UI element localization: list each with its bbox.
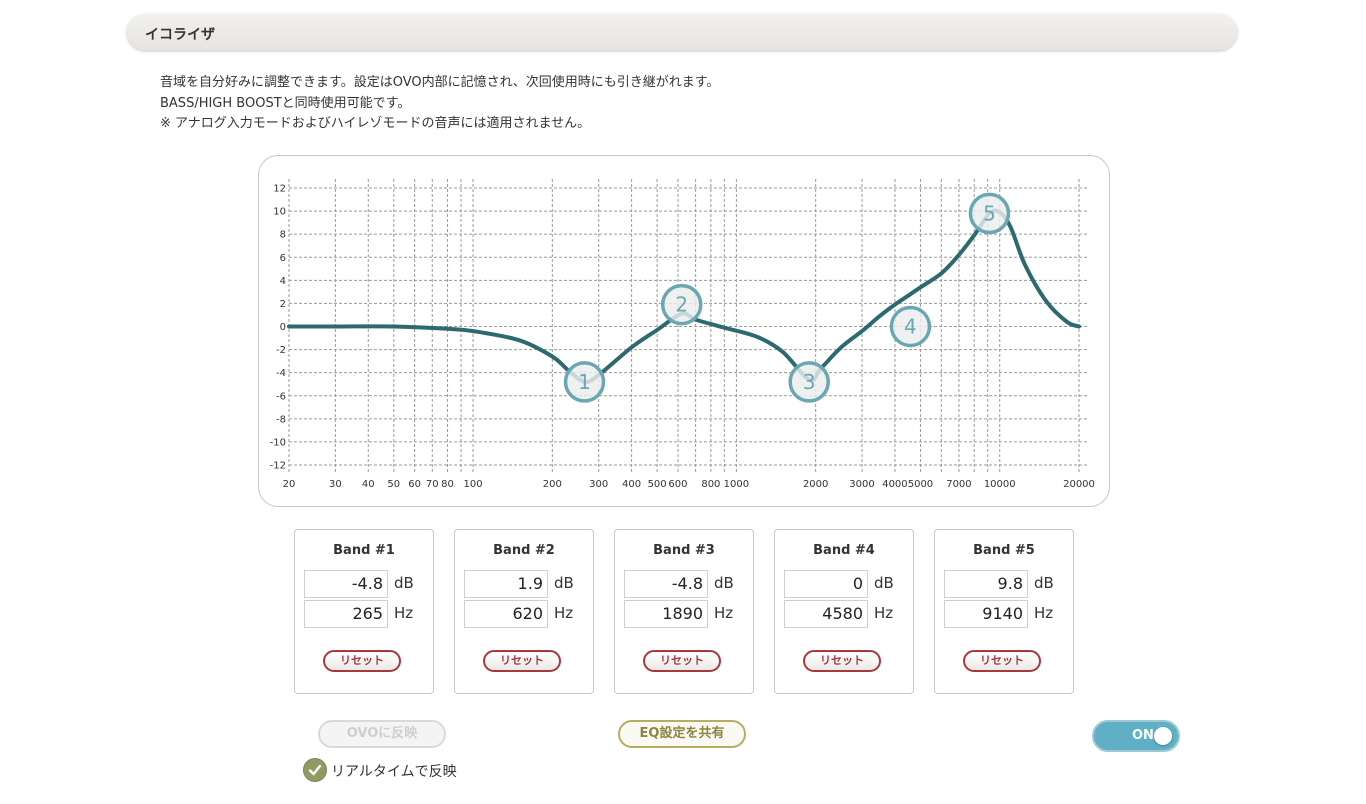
x-tick-label: 500 xyxy=(648,479,667,490)
hz-unit: Hz xyxy=(874,604,894,622)
x-tick-label: 50 xyxy=(387,479,400,490)
band-title: Band #1 xyxy=(333,543,395,558)
x-tick-label: 400 xyxy=(622,479,641,490)
x-tick-label: 20000 xyxy=(1063,479,1095,490)
band-title: Band #5 xyxy=(973,543,1035,558)
eq-graph-svg[interactable]: 121086420-2-4-6-8-10-1220 30 40 50 60 70 80 100… xyxy=(259,156,1109,506)
x-tick-label: 30 xyxy=(329,479,342,490)
x-tick-label: 600 xyxy=(668,479,687,490)
section-title: イコライザ xyxy=(145,27,215,43)
y-tick-label: -12 xyxy=(270,461,286,472)
band-panel-5: Band #5 9.8 dB 9140 Hz リセット xyxy=(934,529,1074,694)
frequency-input[interactable]: 9140 xyxy=(944,600,1028,628)
hz-unit: Hz xyxy=(1034,604,1054,622)
eq-graph: 12 10 8 6 4 2 0 -2 -4 -6 -8 -10 -12 20 30 40 50 60 70 80 100… xyxy=(258,155,1110,507)
x-tick-label: 5000 xyxy=(908,479,933,490)
frequency-input[interactable]: 1890 xyxy=(624,600,708,628)
y-tick-label: 10 xyxy=(273,207,286,218)
x-tick-label: 1000 xyxy=(724,479,749,490)
x-tick-label: 800 xyxy=(701,479,720,490)
gain-input[interactable]: 9.8 xyxy=(944,570,1028,598)
gain-input[interactable]: -4.8 xyxy=(624,570,708,598)
y-tick-label: 4 xyxy=(280,276,286,287)
x-tick-label: 70 xyxy=(426,479,439,490)
band-handle-label: 4 xyxy=(904,315,917,339)
x-tick-label: 300 xyxy=(589,479,608,490)
hz-unit: Hz xyxy=(394,604,414,622)
y-tick-label: -10 xyxy=(270,437,286,448)
band-handle-label: 2 xyxy=(675,293,688,317)
y-tick-label: 0 xyxy=(280,322,286,333)
section-header: イコライザ xyxy=(127,14,1237,50)
description-line-3: ※ アナログ入力モードおよびハイレゾモードの音声には適用されません。 xyxy=(160,116,591,131)
x-tick-label: 200 xyxy=(543,479,562,490)
y-tick-label: 8 xyxy=(280,230,286,241)
band-title: Band #4 xyxy=(813,543,875,558)
band-panel-3: Band #3 -4.8 dB 1890 Hz リセット xyxy=(614,529,754,694)
frequency-input[interactable]: 4580 xyxy=(784,600,868,628)
db-unit: dB xyxy=(554,574,574,592)
reset-button[interactable]: リセット xyxy=(803,650,881,672)
band-handle-label: 3 xyxy=(803,370,816,394)
share-eq-button[interactable]: EQ設定を共有 xyxy=(618,720,746,748)
y-tick-label: -2 xyxy=(276,345,286,356)
x-tick-label: 4000 xyxy=(882,479,907,490)
db-unit: dB xyxy=(1034,574,1054,592)
toggle-label: ON xyxy=(1132,728,1154,743)
x-tick-label: 20 xyxy=(283,479,296,490)
hz-unit: Hz xyxy=(554,604,574,622)
band-title: Band #2 xyxy=(493,543,555,558)
reset-button[interactable]: リセット xyxy=(483,650,561,672)
ovo-apply-button[interactable]: OVOに反映 xyxy=(318,720,446,748)
reset-button[interactable]: リセット xyxy=(643,650,721,672)
band-panel-2: Band #2 1.9 dB 620 Hz リセット xyxy=(454,529,594,694)
description: 音域を自分好みに調整できます。設定はOVO内部に記憶され、次回使用時にも引き継が… xyxy=(160,73,719,135)
db-unit: dB xyxy=(874,574,894,592)
y-tick-label: 2 xyxy=(280,299,286,310)
band-title: Band #3 xyxy=(653,543,715,558)
reset-button[interactable]: リセット xyxy=(963,650,1041,672)
eq-power-toggle[interactable]: ON xyxy=(1092,720,1180,752)
gain-input[interactable]: 1.9 xyxy=(464,570,548,598)
frequency-input[interactable]: 265 xyxy=(304,600,388,628)
db-unit: dB xyxy=(394,574,414,592)
toggle-knob xyxy=(1154,727,1172,745)
y-tick-label: -8 xyxy=(276,414,286,425)
gain-input[interactable]: -4.8 xyxy=(304,570,388,598)
x-tick-label: 80 xyxy=(441,479,454,490)
x-tick-label: 60 xyxy=(408,479,421,490)
x-tick-label: 7000 xyxy=(946,479,971,490)
x-tick-label: 10000 xyxy=(984,479,1016,490)
check-icon xyxy=(303,758,327,782)
x-tick-label: 100 xyxy=(464,479,483,490)
band-panel-1: Band #1 -4.8 dB 265 Hz リセット xyxy=(294,529,434,694)
description-line-2: BASS/HIGH BOOSTと同時使用可能です。 xyxy=(160,95,411,111)
hz-unit: Hz xyxy=(714,604,734,622)
db-unit: dB xyxy=(714,574,734,592)
frequency-input[interactable]: 620 xyxy=(464,600,548,628)
description-line-1: 音域を自分好みに調整できます。設定はOVO内部に記憶され、次回使用時にも引き継が… xyxy=(160,75,720,90)
band-handle-label: 5 xyxy=(983,201,996,225)
gain-input[interactable]: 0 xyxy=(784,570,868,598)
y-tick-label: -4 xyxy=(276,368,286,379)
y-tick-label: 12 xyxy=(273,184,286,195)
realtime-label: リアルタイムで反映 xyxy=(331,764,457,780)
band-panel-4: Band #4 0 dB 4580 Hz リセット xyxy=(774,529,914,694)
x-tick-label: 2000 xyxy=(803,479,828,490)
x-tick-label: 3000 xyxy=(849,479,874,490)
y-tick-label: -6 xyxy=(276,391,286,402)
band-handle-label: 1 xyxy=(578,370,591,394)
x-tick-label: 40 xyxy=(362,479,375,490)
reset-button[interactable]: リセット xyxy=(323,650,401,672)
y-tick-label: 6 xyxy=(280,253,286,264)
